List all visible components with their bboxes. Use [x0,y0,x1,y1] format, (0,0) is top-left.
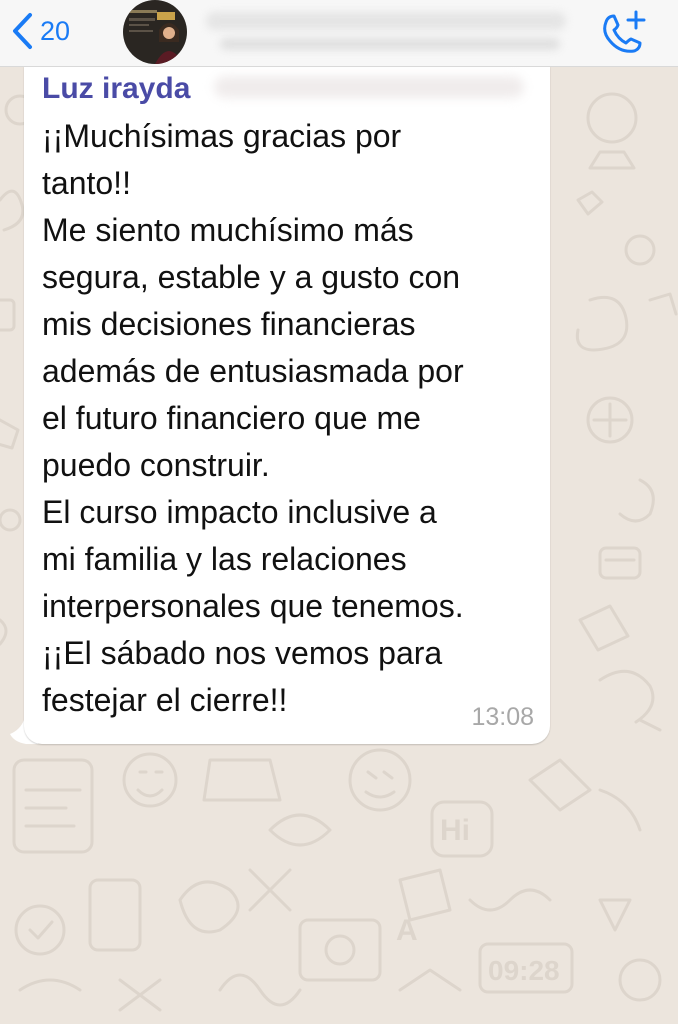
message-line: mis decisiones financieras [42,306,416,342]
message-line: el futuro financiero que me [42,400,421,436]
wallpaper-clock-text: 09:28 [488,955,560,986]
contact-avatar[interactable] [123,0,187,64]
message-text: ¡¡Muchísimas gracias por tanto!! Me sien… [42,113,542,724]
avatar-image [123,0,187,64]
wallpaper-hi-text: Hi [440,814,470,847]
message-line: mi familia y las relaciones [42,541,407,577]
add-call-button[interactable] [598,8,648,54]
wallpaper-letter-text: A [396,914,418,947]
unread-count: 20 [40,16,71,46]
phone-add-icon [603,10,646,53]
sender-name: Luz irayda [42,72,191,105]
message-line: ¡¡Muchísimas gracias por [42,118,402,154]
back-button[interactable]: 20 [10,8,70,54]
message-line: Me siento muchísimo más [42,212,414,248]
message-line: festejar el cierre!! [42,682,288,718]
message-line: puedo construir. [42,447,270,483]
sender-phone-redacted [214,76,524,98]
message-timestamp: 13:08 [471,703,534,731]
message-line: ¡¡El sábado nos vemos para [42,635,443,671]
message-line: además de entusiasmada por [42,353,464,389]
message-line: segura, estable y a gusto con [42,259,461,295]
message-line: El curso impacto inclusive a [42,494,437,530]
message-bubble[interactable]: Luz irayda ¡¡Muchísimas gracias por tant… [24,66,550,744]
contact-info[interactable] [200,8,580,58]
chat-header: 20 [0,0,678,67]
message-line: interpersonales que tenemos. [42,588,464,624]
message-line: tanto!! [42,165,131,201]
chevron-left-icon [13,13,32,49]
